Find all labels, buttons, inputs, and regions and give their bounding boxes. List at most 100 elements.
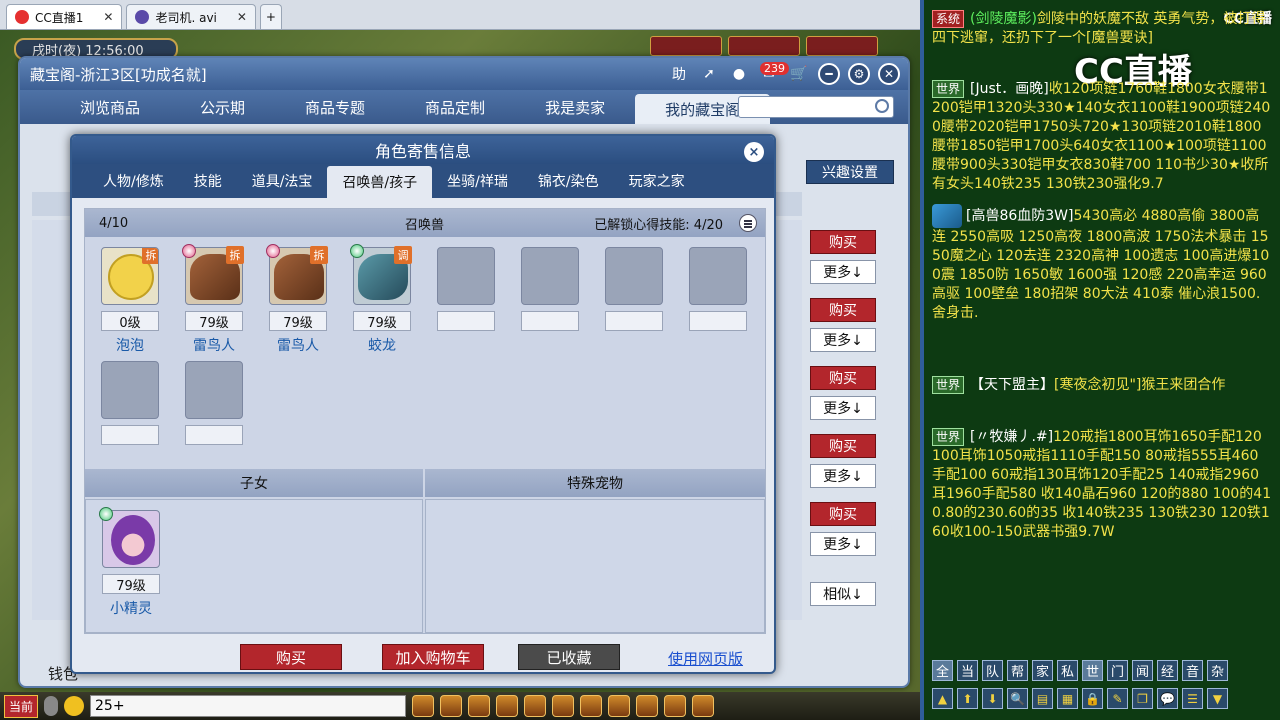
buy-button[interactable]: 购买: [240, 644, 342, 670]
chat-sender[interactable]: 【天下盟主】: [970, 377, 1054, 393]
filter-icon[interactable]: ▦: [1057, 688, 1078, 709]
emoji-icon[interactable]: [64, 696, 85, 716]
chat-sender[interactable]: [高兽86血防3W]: [966, 208, 1074, 224]
more-button[interactable]: 更多↓: [810, 260, 876, 284]
nav-seller[interactable]: 我是卖家: [515, 90, 635, 124]
close-icon[interactable]: ✕: [103, 10, 113, 24]
gear-icon[interactable]: ⚙: [848, 63, 870, 85]
pet-icon[interactable]: [468, 695, 491, 717]
empty-pet-slot[interactable]: [185, 361, 245, 445]
search-icon[interactable]: 🔍: [1007, 688, 1028, 709]
tab-summons[interactable]: 召唤兽/孩子: [327, 166, 433, 198]
close-icon[interactable]: ✕: [237, 10, 247, 24]
chat-tab-exp[interactable]: 经: [1157, 660, 1178, 681]
buy-button[interactable]: 购买: [810, 434, 876, 458]
add-to-cart-button[interactable]: 加入购物车: [382, 644, 484, 670]
pet-slot[interactable]: 拆 0级 泡泡: [101, 247, 161, 355]
chat-tab-all[interactable]: 全: [932, 660, 953, 681]
scroll-up-icon[interactable]: ▲: [932, 688, 953, 709]
collected-button[interactable]: 已收藏: [518, 644, 620, 670]
tab-items[interactable]: 道具/法宝: [237, 164, 328, 198]
nav-public[interactable]: 公示期: [170, 90, 275, 124]
list-icon[interactable]: ☰: [1182, 688, 1203, 709]
arrow-down-icon[interactable]: ⬇: [982, 688, 1003, 709]
buy-button[interactable]: 购买: [810, 366, 876, 390]
chat-tab-current[interactable]: 当: [957, 660, 978, 681]
empty-pet-slot[interactable]: [605, 247, 665, 331]
chat-tab-world[interactable]: 世: [1082, 660, 1103, 681]
chat-sender[interactable]: [〃牧嫌丿.#]: [970, 429, 1053, 445]
cart-icon[interactable]: 🛒: [788, 63, 810, 85]
browser-tab-video[interactable]: 老司机. avi ✕: [126, 4, 256, 29]
nav-topics[interactable]: 商品专题: [275, 90, 395, 124]
help-button[interactable]: 助: [668, 63, 690, 85]
pet-portrait[interactable]: 调: [350, 244, 412, 305]
pet-slot[interactable]: 拆 79级 雷鸟人: [182, 244, 245, 355]
tab-home[interactable]: 玩家之家: [614, 164, 700, 198]
pet-portrait[interactable]: 拆: [182, 244, 244, 305]
buy-button[interactable]: 购买: [810, 230, 876, 254]
menu-icon[interactable]: [739, 214, 757, 232]
team-icon[interactable]: [496, 695, 519, 717]
lock-icon[interactable]: 🔒: [1082, 688, 1103, 709]
search-input[interactable]: [738, 96, 894, 118]
shop-icon[interactable]: [580, 695, 603, 717]
chat-tab-voice[interactable]: 音: [1182, 660, 1203, 681]
empty-pet-slot[interactable]: [521, 247, 581, 331]
chat-sender[interactable]: [Just．画晚]: [970, 81, 1049, 97]
item-icon[interactable]: [440, 695, 463, 717]
pet-slot[interactable]: 拆 79级 雷鸟人: [266, 244, 329, 355]
tab-outfits[interactable]: 锦衣/染色: [523, 164, 614, 198]
minimize-icon[interactable]: ━: [818, 63, 840, 85]
pet-name[interactable]: 雷鸟人: [269, 335, 327, 355]
empty-pet-slot[interactable]: [437, 247, 497, 331]
more-button[interactable]: 更多↓: [810, 396, 876, 420]
pet-name[interactable]: 泡泡: [101, 335, 159, 355]
friend-icon[interactable]: [608, 695, 631, 717]
nav-custom[interactable]: 商品定制: [395, 90, 515, 124]
more-button[interactable]: 更多↓: [810, 464, 876, 488]
arrow-up-icon[interactable]: ⬆: [957, 688, 978, 709]
child-portrait[interactable]: [99, 507, 160, 568]
nav-browse[interactable]: 浏览商品: [50, 90, 170, 124]
chat-tab-private[interactable]: 私: [1057, 660, 1078, 681]
new-tab-button[interactable]: +: [259, 4, 282, 29]
chat-tab-family[interactable]: 家: [1032, 660, 1053, 681]
map-icon[interactable]: [664, 695, 687, 717]
pet-name[interactable]: 雷鸟人: [185, 335, 243, 355]
note-icon[interactable]: ▤: [1032, 688, 1053, 709]
buy-button[interactable]: 购买: [810, 298, 876, 322]
more-button[interactable]: 更多↓: [810, 532, 876, 556]
tab-skills[interactable]: 技能: [179, 164, 237, 198]
copy-icon[interactable]: ❐: [1132, 688, 1153, 709]
brush-icon[interactable]: ✎: [1107, 688, 1128, 709]
pet-slot[interactable]: 调 79级 蛟龙: [350, 244, 413, 355]
chat-tab-gang[interactable]: 帮: [1007, 660, 1028, 681]
chat-tab-sect[interactable]: 门: [1107, 660, 1128, 681]
pet-name[interactable]: 蛟龙: [353, 335, 411, 355]
share-icon[interactable]: ➚: [698, 63, 720, 85]
close-icon[interactable]: ✕: [878, 63, 900, 85]
tab-character[interactable]: 人物/修炼: [88, 164, 179, 198]
status-icon[interactable]: [806, 36, 878, 56]
chat-input[interactable]: 25+: [90, 695, 407, 717]
similar-button[interactable]: 相似↓: [810, 582, 876, 606]
child-name[interactable]: 小精灵: [102, 598, 160, 618]
chat-tab-news[interactable]: 闻: [1132, 660, 1153, 681]
use-web-version-link[interactable]: 使用网页版: [668, 648, 743, 669]
quest-icon[interactable]: [552, 695, 575, 717]
chat-sender[interactable]: (剑陵魔影): [970, 11, 1037, 27]
close-icon[interactable]: ×: [744, 142, 764, 162]
browser-tab-cc[interactable]: CC直播1 ✕: [6, 4, 123, 29]
scroll-down-icon[interactable]: ▼: [1207, 688, 1228, 709]
more-button[interactable]: 更多↓: [810, 328, 876, 352]
status-icon[interactable]: [650, 36, 722, 56]
buy-button[interactable]: 购买: [810, 502, 876, 526]
interest-settings-button[interactable]: 兴趣设置: [806, 160, 894, 184]
mail-icon[interactable]: [636, 695, 659, 717]
skill-icon[interactable]: [412, 695, 435, 717]
current-channel-button[interactable]: 当前: [4, 694, 39, 718]
chat-tab-misc[interactable]: 杂: [1207, 660, 1228, 681]
child-slot[interactable]: 79级 小精灵: [99, 507, 162, 618]
empty-pet-slot[interactable]: [689, 247, 749, 331]
